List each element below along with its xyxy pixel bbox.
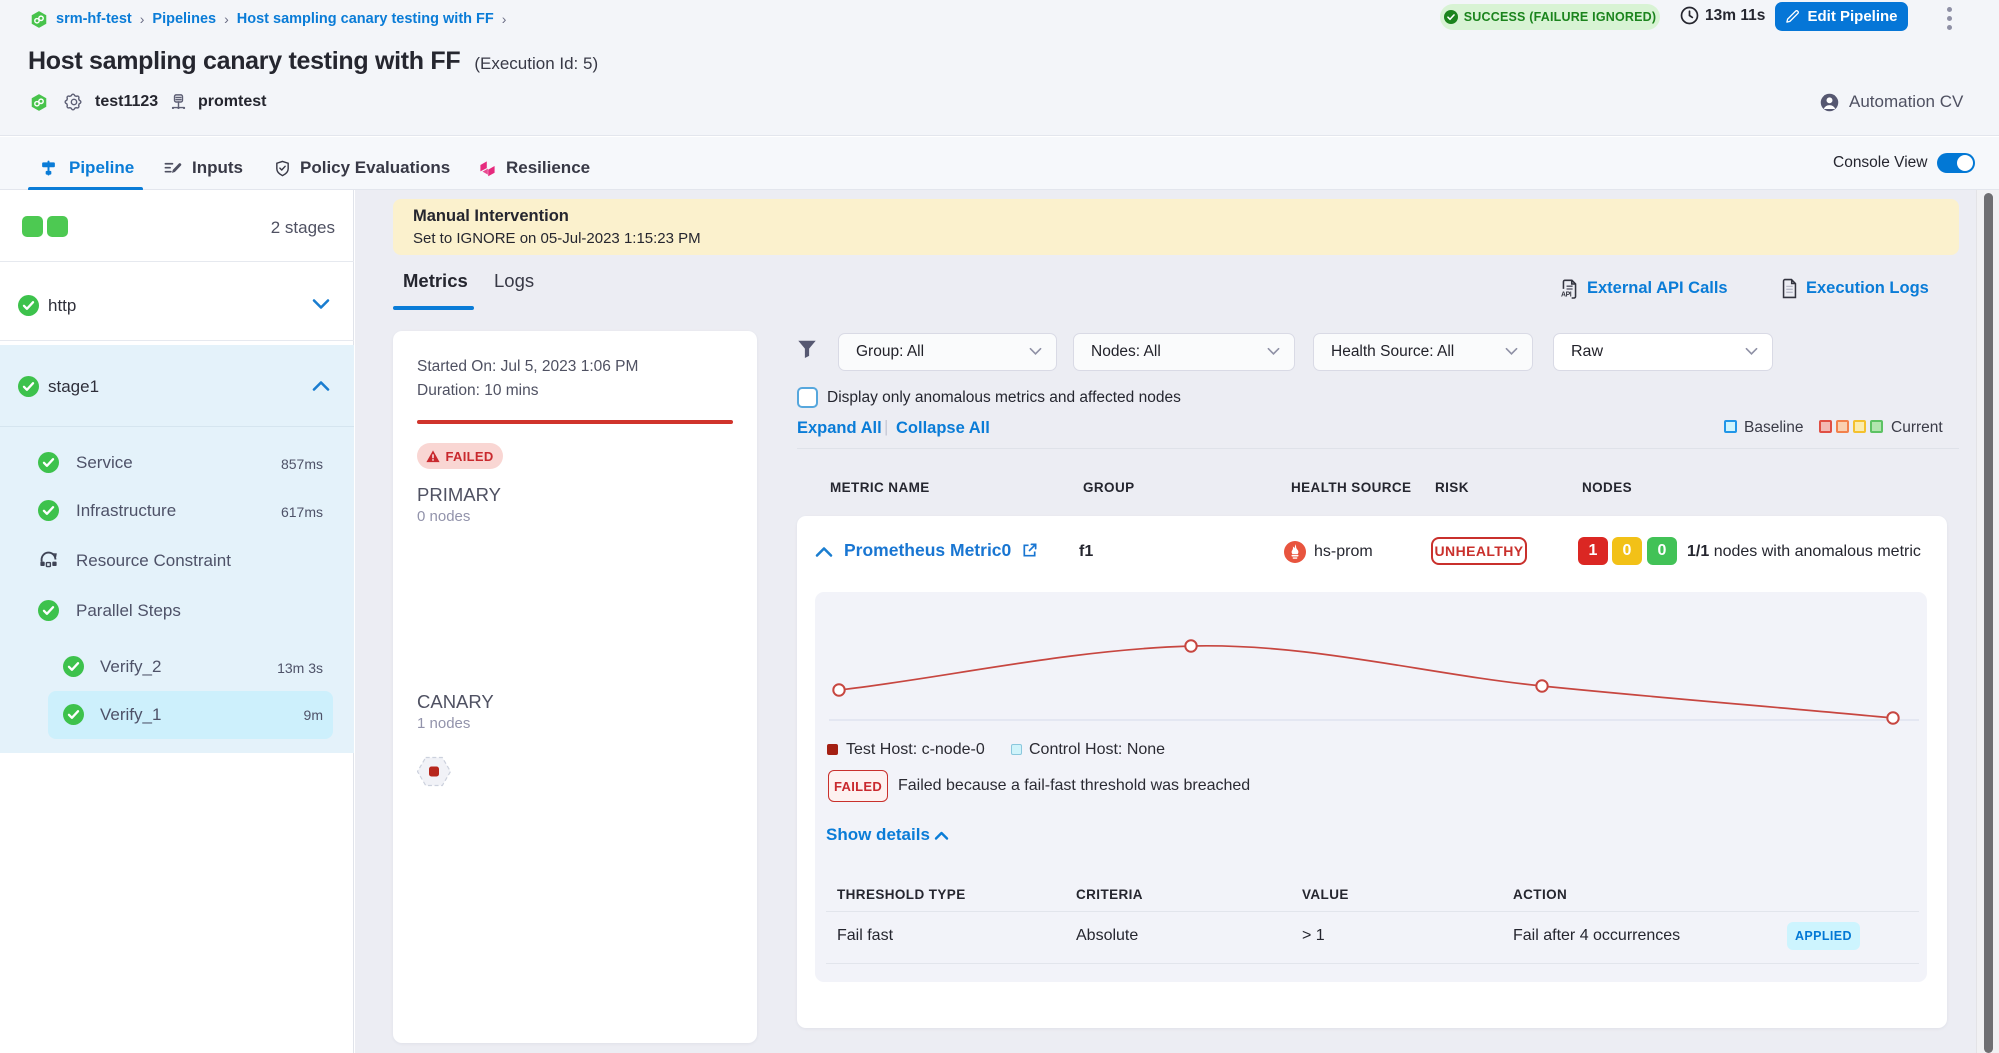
svg-text:API: API <box>1561 292 1572 299</box>
